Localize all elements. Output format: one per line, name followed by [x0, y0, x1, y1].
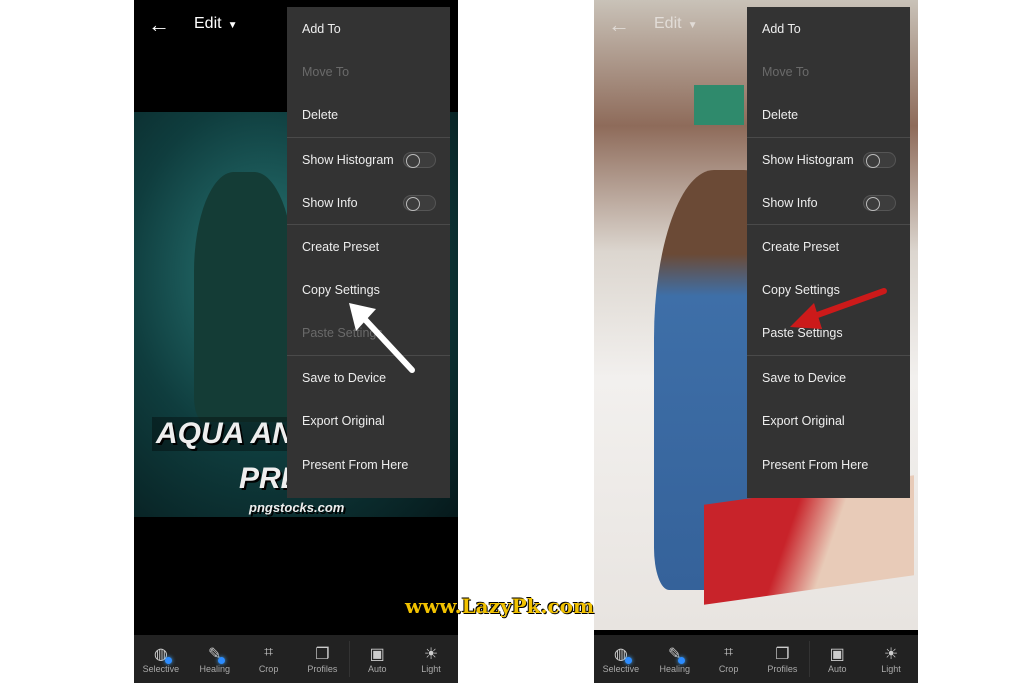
- menu-item-show-info[interactable]: Show Info: [747, 181, 910, 225]
- menu-item-show-histogram[interactable]: Show Histogram: [287, 138, 450, 182]
- menu-item-label: Add To: [762, 21, 801, 36]
- menu-item-label: Export Original: [762, 414, 845, 429]
- tool-auto[interactable]: ▣ Auto: [350, 635, 404, 683]
- menu-item-show-histogram[interactable]: Show Histogram: [747, 138, 910, 182]
- toggle-switch[interactable]: [863, 151, 896, 168]
- tool-auto[interactable]: ▣ Auto: [810, 635, 864, 683]
- tool-light[interactable]: ☀ Light: [864, 635, 918, 683]
- menu-item-show-info[interactable]: Show Info: [287, 181, 450, 225]
- menu-item-label: Save to Device: [762, 370, 847, 385]
- menu-item-label: Show Info: [302, 195, 358, 210]
- tool-selective[interactable]: ◍ Selective: [134, 635, 188, 683]
- tool-label: Crop: [258, 664, 279, 674]
- edit-title: Edit: [654, 15, 682, 32]
- photo-title-line1: AQUA AN: [152, 417, 298, 451]
- menu-item-export-original[interactable]: Export Original: [747, 399, 910, 443]
- menu-item-add-to[interactable]: Add To: [747, 7, 910, 51]
- bottom-toolbar: ◍ Selective ✎ Healing ⌗ Crop ❐ Profiles ▣ Auto ☀ Li…: [594, 635, 918, 683]
- light-icon: ☀: [423, 646, 439, 663]
- toggle-switch[interactable]: [863, 194, 896, 211]
- edit-title: Edit: [194, 15, 222, 32]
- bottom-toolbar: ◍ Selective ✎ Healing ⌗ Crop ❐ Profiles ▣ Auto ☀ Li…: [134, 635, 458, 683]
- crop-icon: ⌗: [724, 644, 734, 661]
- menu-item-label: Present From Here: [302, 457, 409, 472]
- tool-crop[interactable]: ⌗ Crop: [702, 635, 756, 683]
- tool-label: Light: [881, 664, 901, 674]
- menu-item-delete[interactable]: Delete: [287, 94, 450, 138]
- menu-item-label: Delete: [762, 108, 799, 123]
- right-phone-screen: ← Edit ▼ Add To Move To Delete Show Histogra…: [594, 0, 918, 683]
- selective-icon: ◍: [154, 644, 172, 664]
- context-menu: Add To Move To Delete Show Histogram Show In…: [287, 7, 450, 498]
- menu-item-save-to-device[interactable]: Save to Device: [747, 356, 910, 400]
- menu-item-delete[interactable]: Delete: [747, 94, 910, 138]
- edit-dropdown[interactable]: Edit ▼: [194, 15, 237, 33]
- context-menu: Add To Move To Delete Show Histogram Show In…: [747, 7, 910, 498]
- menu-item-label: Show Info: [762, 195, 818, 210]
- tool-label: Healing: [199, 664, 230, 674]
- menu-item-present-from-here[interactable]: Present From Here: [747, 443, 910, 487]
- menu-item-move-to: Move To: [287, 51, 450, 95]
- tool-label: Selective: [142, 664, 180, 674]
- tool-label: Healing: [659, 664, 690, 674]
- menu-item-export-original[interactable]: Export Original: [287, 399, 450, 443]
- menu-item-create-preset[interactable]: Create Preset: [287, 225, 450, 269]
- photo-source: pngstocks.com: [249, 500, 345, 515]
- auto-icon: ▣: [369, 646, 385, 663]
- watermark: www.LazyPk.com: [405, 594, 595, 618]
- tool-label: Light: [421, 664, 441, 674]
- menu-item-label: Move To: [762, 65, 810, 80]
- white-pointer-arrow: [349, 303, 415, 373]
- tool-healing[interactable]: ✎ Healing: [188, 635, 242, 683]
- left-phone-screen: AQUA AN PRE pngstocks.com ← Edit ▼ Add To…: [134, 0, 458, 683]
- tool-light[interactable]: ☀ Light: [404, 635, 458, 683]
- toggle-switch[interactable]: [403, 194, 436, 211]
- caret-down-icon: ▼: [227, 20, 238, 31]
- edit-dropdown[interactable]: Edit ▼: [654, 15, 697, 33]
- back-arrow-icon[interactable]: ←: [608, 12, 630, 38]
- menu-item-present-from-here[interactable]: Present From Here: [287, 443, 450, 487]
- tool-label: Auto: [367, 664, 387, 674]
- red-pointer-arrow: [790, 288, 887, 329]
- tool-profiles[interactable]: ❐ Profiles: [295, 635, 349, 683]
- caret-down-icon: ▼: [687, 20, 698, 31]
- menu-item-label: Add To: [302, 21, 341, 36]
- auto-icon: ▣: [829, 646, 845, 663]
- menu-item-label: Create Preset: [762, 239, 840, 254]
- crop-icon: ⌗: [264, 644, 274, 661]
- badge-dot: [164, 657, 172, 664]
- tool-healing[interactable]: ✎ Healing: [648, 635, 702, 683]
- badge-dot: [678, 657, 686, 664]
- menu-item-label: Export Original: [302, 414, 385, 429]
- menu-item-move-to: Move To: [747, 51, 910, 95]
- badge-dot: [624, 657, 632, 664]
- toggle-switch[interactable]: [403, 151, 436, 168]
- person-figure: [194, 172, 294, 422]
- badge-dot: [218, 657, 226, 664]
- light-icon: ☀: [883, 646, 899, 663]
- healing-icon: ✎: [668, 644, 686, 664]
- back-arrow-icon[interactable]: ←: [148, 12, 170, 38]
- menu-item-label: Present From Here: [762, 457, 869, 472]
- tool-label: Auto: [827, 664, 847, 674]
- tool-label: Selective: [602, 664, 640, 674]
- tool-label: Profiles: [307, 664, 338, 674]
- menu-item-label: Move To: [302, 65, 350, 80]
- profiles-icon: ❐: [775, 646, 790, 663]
- tool-label: Profiles: [767, 664, 798, 674]
- menu-item-add-to[interactable]: Add To: [287, 7, 450, 51]
- menu-item-create-preset[interactable]: Create Preset: [747, 225, 910, 269]
- menu-item-label: Create Preset: [302, 239, 380, 254]
- healing-icon: ✎: [208, 644, 226, 664]
- tool-profiles[interactable]: ❐ Profiles: [755, 635, 809, 683]
- tool-crop[interactable]: ⌗ Crop: [242, 635, 296, 683]
- tool-label: Crop: [718, 664, 739, 674]
- tool-selective[interactable]: ◍ Selective: [594, 635, 648, 683]
- menu-item-label: Delete: [302, 108, 339, 123]
- menu-item-label: Show Histogram: [762, 152, 854, 167]
- selective-icon: ◍: [614, 644, 632, 664]
- profiles-icon: ❐: [315, 646, 330, 663]
- menu-item-label: Show Histogram: [302, 152, 394, 167]
- green-sign: [694, 85, 744, 125]
